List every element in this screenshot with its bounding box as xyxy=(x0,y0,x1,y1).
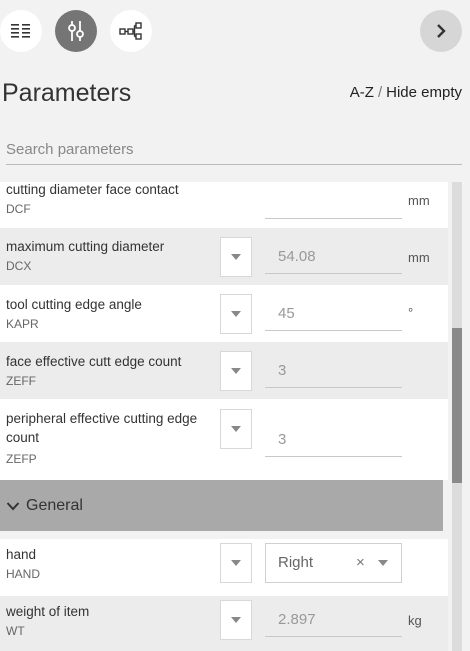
parameter-row: maximum cutting diameter DCX 54.08 mm xyxy=(0,228,448,285)
parameter-code: KAPR xyxy=(6,317,39,331)
parameter-value-field[interactable]: 2.897 xyxy=(265,603,402,637)
dropdown-toggle[interactable] xyxy=(220,600,252,640)
parameter-row: face effective cutt edge count ZEFF 3 xyxy=(0,342,448,399)
dropdown-toggle[interactable] xyxy=(220,351,252,391)
parameter-list[interactable]: cutting diameter face contact DCF mm max… xyxy=(0,182,448,651)
sliders-icon xyxy=(68,21,84,41)
parameter-unit: ° xyxy=(408,305,414,320)
parameters-button[interactable] xyxy=(55,10,97,52)
chevron-down-icon xyxy=(6,501,20,510)
parameter-code: HAND xyxy=(6,567,41,581)
dropdown-toggle[interactable] xyxy=(220,237,252,277)
sort-az-link[interactable]: A-Z xyxy=(350,84,374,101)
hand-select[interactable]: Right × xyxy=(265,543,402,583)
dropdown-toggle[interactable] xyxy=(220,543,252,583)
hierarchy-button[interactable] xyxy=(110,10,152,52)
parameter-code: WT xyxy=(6,624,25,638)
parameter-row: weight of item WT 2.897 kg xyxy=(0,596,448,651)
scrollbar-thumb[interactable] xyxy=(452,328,462,483)
section-general-header[interactable]: General xyxy=(0,480,443,531)
hierarchy-icon xyxy=(119,22,142,40)
parameter-value-field[interactable]: 45 xyxy=(265,297,402,331)
parameter-code: DCF xyxy=(6,202,31,216)
parameter-unit: mm xyxy=(408,250,430,265)
dropdown-toggle[interactable] xyxy=(220,294,252,334)
next-button[interactable] xyxy=(420,10,462,52)
chevron-right-icon xyxy=(437,24,446,38)
parameter-code: DCX xyxy=(6,259,32,273)
clear-icon[interactable]: × xyxy=(356,544,365,582)
parameter-name: maximum cutting diameter xyxy=(6,239,165,254)
parameter-value-field[interactable]: 3 xyxy=(265,354,402,388)
section-label: General xyxy=(26,496,83,514)
parameter-value-field[interactable] xyxy=(265,185,402,219)
hide-empty-link[interactable]: Hide empty xyxy=(386,84,462,101)
parameter-row: peripheral effective cutting edge count … xyxy=(0,399,448,480)
search-input[interactable] xyxy=(6,134,462,165)
list-view-button[interactable] xyxy=(0,10,42,52)
parameter-row: hand HAND Right × xyxy=(0,539,448,596)
parameter-value-field[interactable]: 54.08 xyxy=(265,240,402,274)
parameter-value-field[interactable]: 3 xyxy=(265,423,402,457)
parameter-code: ZEFF xyxy=(6,374,36,388)
parameter-unit: kg xyxy=(408,613,422,628)
sort-filter-links: A-Z / Hide empty xyxy=(350,84,462,101)
parameter-name: tool cutting edge angle xyxy=(6,297,142,312)
parameter-unit: mm xyxy=(408,193,430,208)
page-title: Parameters xyxy=(2,79,132,107)
parameter-name: weight of item xyxy=(6,604,90,619)
parameter-row: tool cutting edge angle KAPR 45 ° xyxy=(0,285,448,342)
parameter-name: peripheral effective cutting edge count xyxy=(6,411,198,445)
parameter-name: face effective cutt edge count xyxy=(6,354,182,369)
link-separator: / xyxy=(377,84,383,101)
parameter-code: ZEFP xyxy=(6,452,37,466)
parameter-name: cutting diameter face contact xyxy=(6,182,179,197)
list-view-icon xyxy=(11,24,30,38)
parameter-row: cutting diameter face contact DCF mm xyxy=(0,182,448,228)
dropdown-toggle[interactable] xyxy=(220,409,252,449)
hand-select-value: Right xyxy=(278,554,314,571)
parameter-name: hand xyxy=(6,547,37,562)
select-caret-icon[interactable] xyxy=(378,560,388,566)
